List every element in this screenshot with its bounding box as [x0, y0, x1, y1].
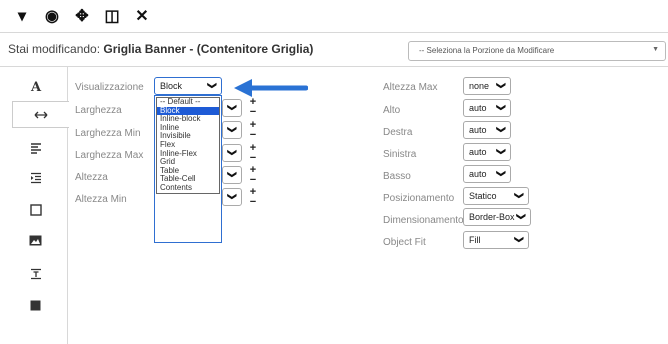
width-label: Larghezza: [75, 105, 122, 116]
height-minus-button[interactable]: −: [248, 175, 258, 186]
arrows-horizontal-icon[interactable]: [12, 101, 69, 128]
text-A-icon[interactable]: A: [13, 72, 58, 99]
bottom-value: auto: [469, 169, 487, 179]
chevron-down-icon: ❯: [227, 125, 238, 134]
callout-arrow-icon: [234, 79, 308, 97]
max-width-unit-select[interactable]: ❯: [222, 144, 242, 162]
height-label: Altezza: [75, 172, 108, 183]
min-width-minus-button[interactable]: −: [248, 130, 258, 141]
right-value: auto: [469, 125, 487, 135]
width-unit-select[interactable]: ❯: [222, 99, 242, 117]
move-icon[interactable]: ✥: [70, 4, 94, 28]
chevron-down-icon: ❯: [496, 81, 507, 90]
chevron-down-icon: ❯: [207, 81, 218, 90]
text-wrap-icon[interactable]: [13, 260, 58, 287]
positioning-label: Posizionamento: [383, 193, 455, 204]
dropdown-caret-icon[interactable]: ▾: [10, 4, 34, 28]
sizing-value: Border-Box: [469, 212, 515, 222]
close-icon[interactable]: ✕: [130, 4, 154, 28]
display-dropdown-list: -- Default -- Block Inline-block Inline …: [154, 95, 222, 243]
left-value: auto: [469, 147, 487, 157]
positioning-value: Statico: [469, 191, 497, 201]
top-select[interactable]: auto ❯: [463, 99, 511, 117]
min-height-unit-select[interactable]: ❯: [222, 188, 242, 206]
min-width-unit-select[interactable]: ❯: [222, 121, 242, 139]
svg-text:A: A: [30, 80, 42, 93]
min-height-label: Altezza Min: [75, 194, 127, 205]
max-width-label: Larghezza Max: [75, 150, 144, 161]
columns-icon[interactable]: ◫: [100, 4, 124, 28]
max-width-minus-button[interactable]: −: [248, 153, 258, 164]
chevron-down-icon: ❯: [496, 169, 507, 178]
chevron-down-icon: ❯: [227, 170, 238, 179]
display-options: -- Default -- Block Inline-block Inline …: [156, 97, 220, 194]
max-height-select[interactable]: none ❯: [463, 77, 511, 95]
bottom-select[interactable]: auto ❯: [463, 165, 511, 183]
right-label: Destra: [383, 127, 413, 138]
object-fit-select[interactable]: Fill ❯: [463, 231, 529, 249]
square-fill-icon[interactable]: [13, 292, 58, 319]
align-left-icon[interactable]: [13, 134, 58, 161]
sizing-label: Dimensionamento: [383, 215, 464, 226]
sidebar: A: [0, 67, 69, 344]
display-label: Visualizzazione: [75, 82, 144, 93]
image-icon[interactable]: [13, 227, 58, 254]
chevron-down-icon: ❯: [227, 192, 238, 201]
top-label: Alto: [383, 105, 401, 116]
editing-title: Stai modificando: Griglia Banner - (Cont…: [8, 42, 313, 56]
top-toolbar: ▾ ◉ ✥ ◫ ✕: [0, 0, 668, 33]
chevron-down-icon: ❯: [496, 125, 507, 134]
top-value: auto: [469, 103, 487, 113]
display-select[interactable]: Block ❯: [154, 77, 222, 95]
object-fit-value: Fill: [469, 235, 481, 245]
chevron-down-icon: ❯: [516, 212, 527, 221]
chevron-down-icon: ❯: [227, 148, 238, 157]
editing-target: Griglia Banner - (Contenitore Griglia): [103, 42, 314, 56]
min-width-label: Larghezza Min: [75, 128, 141, 139]
editing-bar: Stai modificando: Griglia Banner - (Cont…: [0, 33, 668, 67]
width-minus-button[interactable]: −: [248, 107, 258, 118]
positioning-select[interactable]: Statico ❯: [463, 187, 529, 205]
eye-icon[interactable]: ◉: [40, 4, 64, 28]
max-height-value: none: [469, 81, 490, 91]
indent-icon[interactable]: [13, 164, 58, 191]
max-height-label: Altezza Max: [383, 82, 438, 93]
object-fit-label: Object Fit: [383, 237, 426, 248]
portion-select[interactable]: -- Seleziona la Porzione da Modificare ▼: [408, 41, 666, 61]
left-label: Sinistra: [383, 149, 417, 160]
sizing-select[interactable]: Border-Box ❯: [463, 208, 531, 226]
height-unit-select[interactable]: ❯: [222, 166, 242, 184]
right-select[interactable]: auto ❯: [463, 121, 511, 139]
display-select-value: Block: [160, 81, 183, 91]
editing-prefix: Stai modificando:: [8, 42, 104, 56]
min-height-minus-button[interactable]: −: [248, 197, 258, 208]
chevron-down-icon: ❯: [496, 147, 507, 156]
portion-select-value: -- Seleziona la Porzione da Modificare: [419, 46, 555, 55]
chevron-down-icon: ❯: [227, 103, 238, 112]
box-icon[interactable]: [13, 196, 58, 223]
chevron-down-icon: ❯: [514, 191, 525, 200]
left-select[interactable]: auto ❯: [463, 143, 511, 161]
chevron-down-icon: ❯: [514, 235, 525, 244]
chevron-down-icon: ❯: [496, 103, 507, 112]
chevron-down-icon: ▼: [652, 46, 659, 53]
bottom-label: Basso: [383, 171, 411, 182]
display-option[interactable]: Contents: [157, 183, 219, 193]
